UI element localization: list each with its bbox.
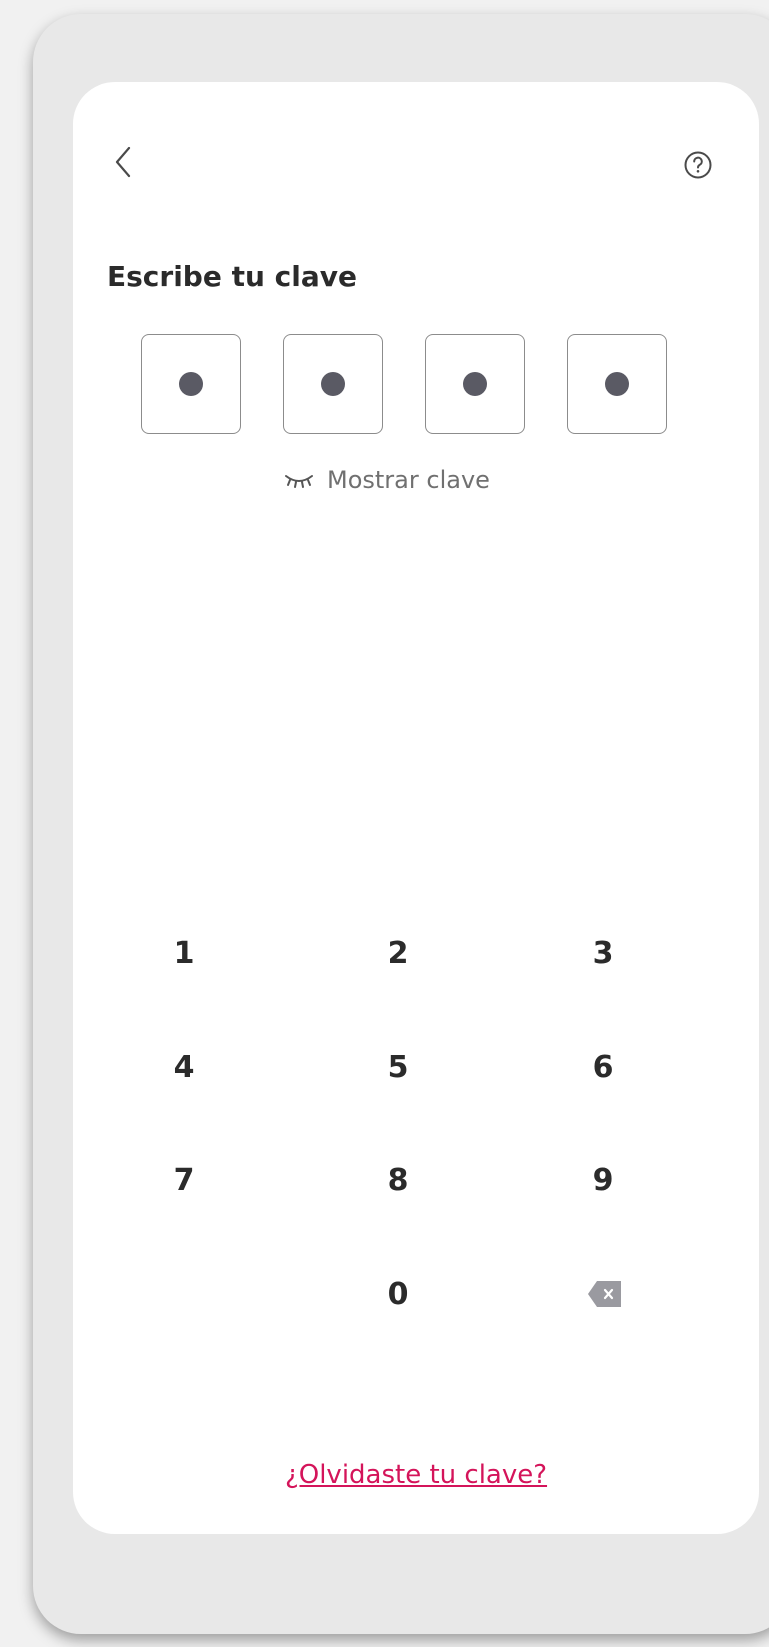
pin-screen: Escribe tu clave Mostrar clave 1 2 3 4 5… — [73, 82, 759, 1534]
pin-dot — [179, 372, 203, 396]
key-0[interactable]: 0 — [343, 1259, 453, 1329]
key-8[interactable]: 8 — [343, 1145, 453, 1215]
pin-dot — [605, 372, 629, 396]
key-5[interactable]: 5 — [343, 1032, 453, 1102]
key-4[interactable]: 4 — [129, 1032, 239, 1102]
pin-digit-3[interactable] — [425, 334, 525, 434]
key-3[interactable]: 3 — [548, 918, 658, 988]
eye-closed-icon — [285, 475, 313, 488]
key-6[interactable]: 6 — [548, 1032, 658, 1102]
forgot-key-link[interactable]: ¿Olvidaste tu clave? — [285, 1460, 547, 1490]
show-key-label: Mostrar clave — [327, 466, 490, 494]
key-2[interactable]: 2 — [343, 918, 453, 988]
question-circle-icon — [684, 151, 712, 179]
key-1[interactable]: 1 — [129, 918, 239, 988]
key-9[interactable]: 9 — [548, 1145, 658, 1215]
page-title: Escribe tu clave — [107, 260, 357, 293]
backspace-icon — [588, 1281, 621, 1307]
show-key-toggle[interactable]: Mostrar clave — [283, 462, 490, 498]
pin-dot — [463, 372, 487, 396]
pin-digit-4[interactable] — [567, 334, 667, 434]
forgot-key-container: ¿Olvidaste tu clave? — [73, 1460, 759, 1490]
pin-dot — [321, 372, 345, 396]
help-button[interactable] — [683, 150, 713, 180]
pin-digit-2[interactable] — [283, 334, 383, 434]
key-7[interactable]: 7 — [129, 1145, 239, 1215]
pin-digit-1[interactable] — [141, 334, 241, 434]
delete-button[interactable] — [550, 1259, 660, 1329]
back-button[interactable] — [109, 142, 139, 182]
chevron-left-icon — [115, 146, 131, 178]
